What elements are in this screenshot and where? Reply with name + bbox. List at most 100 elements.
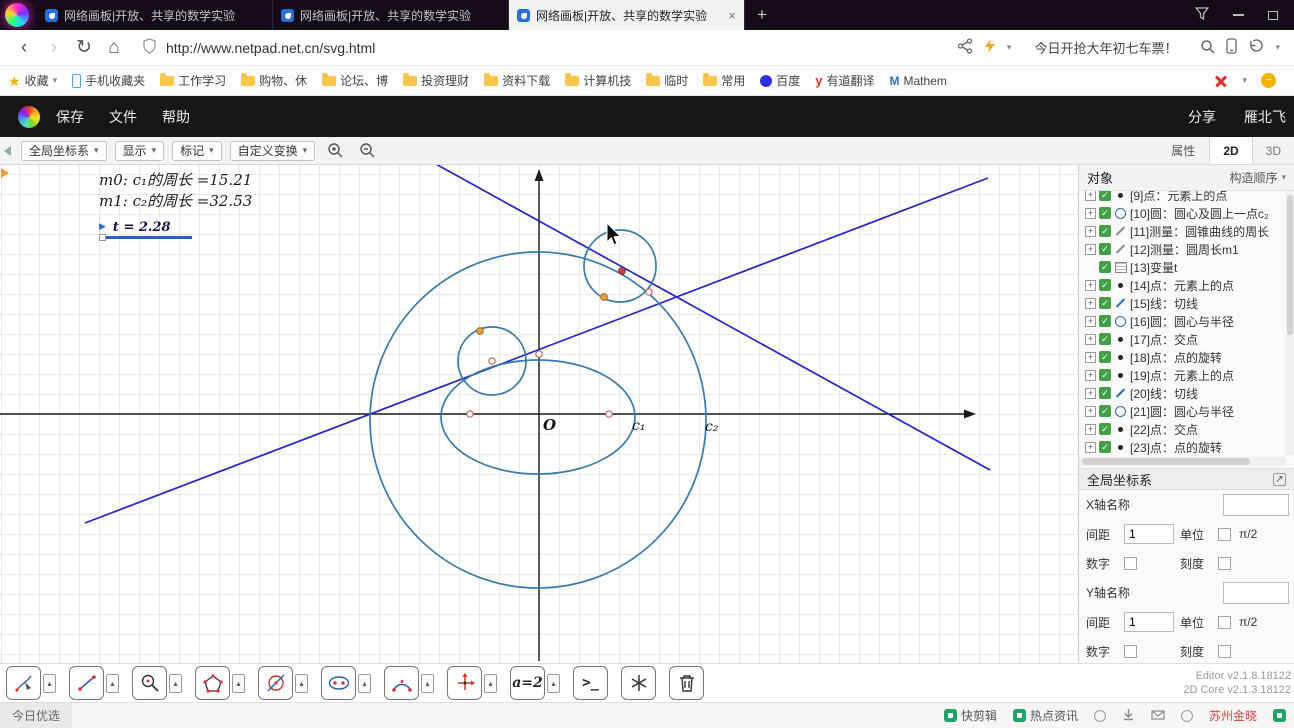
status-partial-icon[interactable] <box>1273 709 1286 722</box>
filter-funnel-icon[interactable] <box>1194 7 1210 23</box>
measurement-m1[interactable]: m1: c₂的周长 =32.53 <box>99 191 252 212</box>
x-axis-name-input[interactable] <box>1223 493 1289 516</box>
expand-toggle[interactable]: + <box>1085 191 1096 201</box>
refresh-button[interactable]: ↻ <box>70 34 98 62</box>
asterisk-tool[interactable] <box>621 666 656 700</box>
menu-file[interactable]: 文件 <box>109 107 137 127</box>
user-avatar[interactable] <box>5 3 29 27</box>
scrollbar-thumb[interactable] <box>1082 458 1250 465</box>
object-item[interactable]: + ✓ [20]线：切线 <box>1085 384 1286 402</box>
axes-tool[interactable] <box>447 666 482 700</box>
bookmark-item[interactable]: 资料下载 <box>484 72 550 89</box>
visibility-checkbox[interactable]: ✓ <box>1099 333 1111 345</box>
magnifier-tool[interactable] <box>132 666 167 700</box>
bookmark-mathem[interactable]: M Mathem <box>890 74 947 88</box>
expand-toggle[interactable]: + <box>1085 315 1096 327</box>
zoom-in-icon[interactable] <box>323 140 347 162</box>
expand-toggle[interactable]: + <box>1085 423 1096 435</box>
visibility-checkbox[interactable]: ✓ <box>1099 423 1111 435</box>
x-number-checkbox[interactable] <box>1124 556 1137 570</box>
visibility-checkbox[interactable]: ✓ <box>1099 369 1111 381</box>
arc-tool[interactable] <box>384 666 419 700</box>
object-item[interactable]: + ✓ [19]点：元素上的点 <box>1085 366 1286 384</box>
status-circle-icon[interactable] <box>1093 709 1106 722</box>
expand-toggle[interactable]: + <box>1085 207 1096 219</box>
daily-picks-button[interactable]: 今日优选 <box>0 703 73 728</box>
scrollbar-thumb[interactable] <box>1287 195 1293 335</box>
back-button[interactable]: ‹ <box>10 34 38 62</box>
site-security-icon[interactable] <box>142 38 157 57</box>
visibility-checkbox[interactable]: ✓ <box>1099 191 1111 201</box>
download-icon[interactable] <box>1122 708 1135 724</box>
x-ticks-checkbox[interactable] <box>1218 556 1231 570</box>
url-text[interactable]: http://www.netpad.net.cn/svg.html <box>166 40 375 56</box>
toolbar-collapse-arrow[interactable] <box>4 145 11 156</box>
visibility-checkbox[interactable]: ✓ <box>1099 279 1111 291</box>
zoom-out-icon[interactable] <box>355 140 379 162</box>
object-item[interactable]: + ✓ [11]测量：圆锥曲线的周长 <box>1085 222 1286 240</box>
bookmark-item[interactable]: 计算机技 <box>565 72 631 89</box>
object-item[interactable]: + ✓ [17]点：交点 <box>1085 330 1286 348</box>
tool-dropdown-arrow[interactable]: ▴ <box>484 673 497 693</box>
undo-icon[interactable] <box>1248 39 1264 56</box>
new-tab-button[interactable]: + <box>757 5 767 25</box>
chevron-down-icon[interactable]: ▾ <box>1242 75 1247 86</box>
visibility-checkbox[interactable]: ✓ <box>1099 297 1111 309</box>
search-icon[interactable] <box>1200 39 1215 57</box>
point-red[interactable] <box>618 267 626 275</box>
tool-dropdown-arrow[interactable]: ▴ <box>547 673 560 693</box>
tool-dropdown-arrow[interactable]: ▴ <box>106 673 119 693</box>
browser-tab-3-active[interactable]: 网络画板|开放、共享的数学实验 × <box>509 0 745 30</box>
object-item[interactable]: + ✓ [21]圆：圆心与半径 <box>1085 402 1286 420</box>
circle-tool[interactable] <box>258 666 293 700</box>
visibility-checkbox[interactable]: ✓ <box>1099 405 1111 417</box>
phone-icon[interactable] <box>1226 38 1238 57</box>
share-icon[interactable] <box>957 38 973 57</box>
object-item[interactable]: + ✓ [9]点：元素上的点 <box>1085 191 1286 204</box>
expand-toggle[interactable]: + <box>1085 297 1096 309</box>
global-coords-header[interactable]: 全局坐标系 ↗ <box>1079 468 1294 490</box>
tool-dropdown-arrow[interactable]: ▴ <box>232 673 245 693</box>
object-item[interactable]: +✓[13]变量t <box>1085 258 1286 276</box>
tab-2d[interactable]: 2D <box>1209 137 1253 164</box>
y-number-checkbox[interactable] <box>1124 644 1137 658</box>
delete-tool[interactable] <box>669 666 704 700</box>
object-item[interactable]: + ✓ [15]线：切线 <box>1085 294 1286 312</box>
console-tool[interactable]: >_ <box>573 666 608 700</box>
vertical-scrollbar[interactable] <box>1286 191 1294 455</box>
visibility-checkbox[interactable]: ✓ <box>1099 441 1111 453</box>
status-circle-icon[interactable] <box>1180 709 1193 722</box>
visibility-checkbox[interactable]: ✓ <box>1099 351 1111 363</box>
y-axis-name-input[interactable] <box>1223 581 1289 604</box>
quick-edit-button[interactable]: 快剪辑 <box>943 707 997 724</box>
object-list[interactable]: + ✓ [9]点：元素上的点 + ✓ [10]圆：圆心及圆上一点c₂ + ✓ [11]测量：… <box>1079 191 1286 455</box>
y-spacing-input[interactable] <box>1124 612 1174 632</box>
address-bar[interactable]: http://www.netpad.net.cn/svg.html <box>130 34 955 62</box>
x-spacing-input[interactable] <box>1124 524 1174 544</box>
visibility-checkbox[interactable]: ✓ <box>1099 315 1111 327</box>
measurement-m0[interactable]: m0: c₁的周长 =15.21 <box>99 170 252 191</box>
bookmark-item[interactable]: 常用 <box>703 72 745 89</box>
bookmark-item[interactable]: 临时 <box>646 72 688 89</box>
point-hollow[interactable] <box>466 410 474 418</box>
bookmark-youdao[interactable]: y 有道翻译 <box>815 72 874 89</box>
tab-3d[interactable]: 3D <box>1253 137 1294 164</box>
tool-dropdown-arrow[interactable]: ▴ <box>169 673 182 693</box>
geometry-canvas[interactable]: m0: c₁的周长 =15.21 m1: c₂的周长 =32.53 ▶ t = … <box>0 165 1078 663</box>
tool-dropdown-arrow[interactable]: ▴ <box>421 673 434 693</box>
point-hollow[interactable] <box>535 350 543 358</box>
slider-knob[interactable] <box>99 234 106 241</box>
forward-button[interactable]: › <box>40 34 68 62</box>
open-external-icon[interactable]: ↗ <box>1273 472 1286 486</box>
object-item[interactable]: + ✓ [23]点：点的旋转 <box>1085 438 1286 455</box>
maximize-button[interactable] <box>1268 10 1278 20</box>
polygon-tool[interactable] <box>195 666 230 700</box>
horizontal-scrollbar[interactable] <box>1079 457 1286 466</box>
tab-close-icon[interactable]: × <box>728 8 736 23</box>
mail-icon[interactable] <box>1151 709 1165 723</box>
browser-tab-2[interactable]: 网络画板|开放、共享的数学实验 <box>273 0 509 30</box>
object-item[interactable]: + ✓ [16]圆：圆心与半径 <box>1085 312 1286 330</box>
coordinate-system-dropdown[interactable]: 全局坐标系 ▾ <box>21 140 107 161</box>
construction-order-button[interactable]: 构造顺序 ▾ <box>1229 169 1286 186</box>
username[interactable]: 雁北飞 <box>1244 107 1286 127</box>
